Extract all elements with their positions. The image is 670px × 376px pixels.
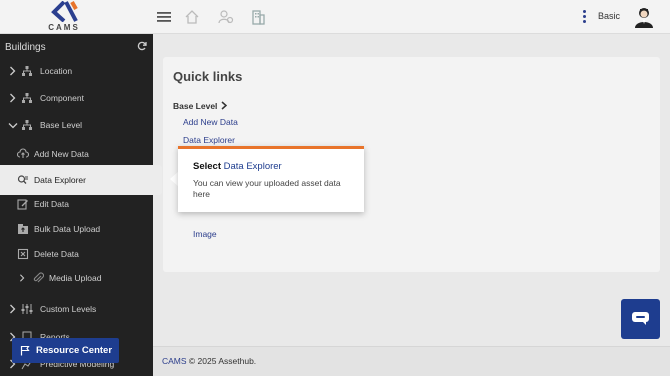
sidebar-item-delete-data[interactable]: Delete Data bbox=[0, 242, 153, 266]
sidebar-item-location[interactable]: Location bbox=[0, 59, 153, 83]
guide-tooltip: Select Data Explorer You can view your u… bbox=[178, 146, 364, 212]
tooltip-title: Select Data Explorer bbox=[193, 161, 282, 172]
sidebar-item-media-upload[interactable]: Media Upload bbox=[0, 266, 153, 290]
hierarchy-icon bbox=[22, 66, 32, 76]
sidebar-item-add-new-data[interactable]: Add New Data bbox=[0, 142, 153, 166]
sidebar-item-label: Add New Data bbox=[34, 149, 89, 159]
section-label-base-level: Base Level bbox=[173, 101, 218, 111]
sidebar-item-bulk-data-upload[interactable]: Bulk Data Upload bbox=[0, 217, 153, 241]
link-image[interactable]: Image bbox=[193, 229, 217, 239]
sidebar-item-label: Custom Levels bbox=[40, 304, 97, 314]
sidebar-item-label: Location bbox=[40, 66, 73, 76]
sidebar-header: Buildings bbox=[0, 34, 153, 60]
resource-center-button[interactable]: Resource Center bbox=[12, 338, 119, 363]
cloud-upload-icon bbox=[17, 148, 29, 158]
sidebar-item-label: Base Level bbox=[40, 120, 83, 130]
chevron-down-icon bbox=[8, 123, 18, 129]
sidebar-item-label: Bulk Data Upload bbox=[34, 224, 101, 234]
sidebar-item-label: Media Upload bbox=[49, 273, 102, 283]
footer-brand-link[interactable]: CAMS bbox=[162, 356, 187, 366]
chevron-right-icon bbox=[221, 101, 227, 110]
cams-logo[interactable]: CAMS bbox=[40, 1, 88, 33]
delete-icon bbox=[17, 248, 29, 260]
hamburger-menu-icon[interactable] bbox=[155, 8, 173, 26]
edit-icon bbox=[17, 199, 28, 210]
link-add-new-data[interactable]: Add New Data bbox=[183, 117, 238, 127]
bulk-upload-icon bbox=[18, 224, 28, 234]
sidebar: Buildings Location Component Base Level … bbox=[0, 34, 162, 376]
sidebar-item-label: Edit Data bbox=[34, 199, 69, 209]
search-data-icon bbox=[17, 175, 28, 184]
tooltip-title-highlight: Data Explorer bbox=[223, 161, 282, 172]
kebab-menu-icon[interactable] bbox=[583, 10, 587, 24]
sidebar-item-custom-levels[interactable]: Custom Levels bbox=[0, 297, 153, 321]
chevron-right-icon bbox=[10, 66, 16, 76]
chat-button[interactable] bbox=[621, 299, 660, 339]
logo-text: CAMS bbox=[48, 23, 80, 32]
sidebar-item-data-explorer[interactable]: Data Explorer bbox=[0, 165, 162, 195]
sidebar-item-label: Component bbox=[40, 93, 84, 103]
link-data-explorer[interactable]: Data Explorer bbox=[183, 135, 235, 145]
users-settings-icon[interactable] bbox=[217, 8, 235, 26]
page-title: Quick links bbox=[173, 69, 243, 84]
chevron-right-icon bbox=[20, 274, 25, 282]
user-avatar-icon[interactable] bbox=[634, 6, 654, 28]
hierarchy-icon bbox=[22, 120, 32, 130]
resource-center-label: Resource Center bbox=[36, 345, 113, 356]
sidebar-item-base-level[interactable]: Base Level bbox=[0, 113, 153, 137]
sidebar-item-label: Delete Data bbox=[34, 249, 79, 259]
chevron-right-icon bbox=[10, 93, 16, 103]
sidebar-item-component[interactable]: Component bbox=[0, 86, 153, 110]
tooltip-title-prefix: Select bbox=[193, 161, 224, 172]
sidebar-item-label: Data Explorer bbox=[34, 175, 86, 185]
logo-mark-icon bbox=[51, 1, 78, 22]
sidebar-title: Buildings bbox=[5, 42, 46, 53]
footer-text: CAMS © 2025 Assethub. bbox=[162, 356, 256, 366]
sliders-icon bbox=[21, 304, 33, 314]
refresh-icon[interactable] bbox=[137, 41, 147, 51]
chevron-right-icon bbox=[10, 304, 16, 314]
footer: CAMS © 2025 Assethub. bbox=[153, 346, 670, 376]
user-mode-label[interactable]: Basic bbox=[598, 11, 620, 21]
flag-icon bbox=[20, 345, 30, 356]
chat-bubble-icon bbox=[632, 312, 649, 325]
top-bar: CAMS Basic bbox=[0, 0, 670, 34]
attachment-icon bbox=[33, 272, 44, 283]
footer-copyright: © 2025 Assethub. bbox=[186, 356, 257, 366]
sidebar-item-edit-data[interactable]: Edit Data bbox=[0, 192, 153, 216]
tooltip-body: You can view your uploaded asset data he… bbox=[193, 178, 341, 199]
home-icon[interactable] bbox=[183, 8, 201, 26]
hierarchy-icon bbox=[22, 93, 32, 103]
building-icon[interactable] bbox=[249, 8, 267, 26]
